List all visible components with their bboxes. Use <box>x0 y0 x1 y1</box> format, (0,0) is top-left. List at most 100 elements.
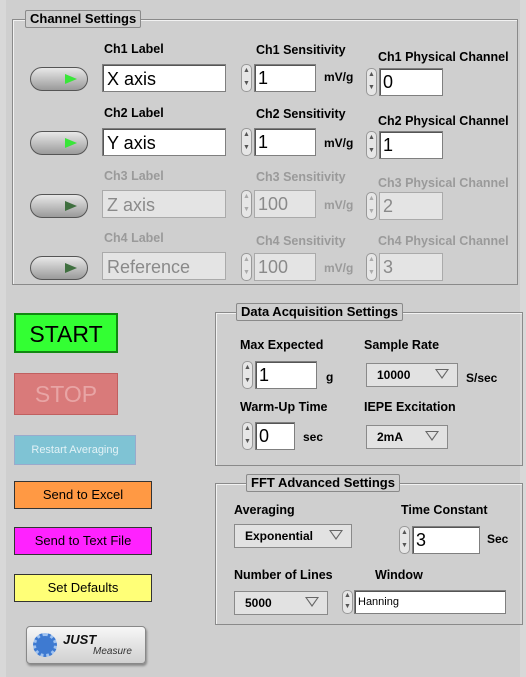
ch3-sensitivity-unit: mV/g <box>324 198 354 212</box>
spin-up-icon[interactable]: ▲ <box>243 423 252 436</box>
spin-down-icon[interactable]: ▼ <box>343 602 352 613</box>
ch3-physical-spinner[interactable]: ▲ ▼ <box>366 192 377 220</box>
spin-up-icon[interactable]: ▲ <box>367 132 376 145</box>
time-constant-spinner[interactable]: ▲ ▼ <box>399 526 410 554</box>
fft-settings-title: FFT Advanced Settings <box>246 474 400 492</box>
sample-rate-value: 10000 <box>377 368 411 382</box>
spin-down-icon[interactable]: ▼ <box>400 540 409 553</box>
chevron-down-icon <box>305 597 319 607</box>
ch1-led-icon <box>65 74 77 84</box>
spin-down-icon[interactable]: ▼ <box>367 267 376 280</box>
number-of-lines-value: 5000 <box>245 596 272 610</box>
set-defaults-button[interactable]: Set Defaults <box>14 574 152 602</box>
spin-down-icon[interactable]: ▼ <box>367 82 376 95</box>
sample-rate-label: Sample Rate <box>364 338 440 352</box>
spin-up-icon[interactable]: ▲ <box>367 193 376 206</box>
max-expected-unit: g <box>326 370 334 384</box>
logo-sub: Measure <box>93 646 132 657</box>
time-constant-unit: Sec <box>487 532 509 546</box>
daq-settings-title: Data Acquisition Settings <box>236 303 403 321</box>
window-input[interactable]: Hanning <box>354 590 506 614</box>
window-label: Window <box>375 568 423 582</box>
iepe-excitation-dropdown[interactable]: 2mA <box>366 425 448 449</box>
spin-down-icon[interactable]: ▼ <box>242 204 251 217</box>
number-of-lines-dropdown[interactable]: 5000 <box>234 591 328 615</box>
spin-up-icon[interactable]: ▲ <box>367 254 376 267</box>
ch3-led-icon <box>65 201 77 211</box>
ch3-sensitivity-title: Ch3 Sensitivity <box>256 170 346 184</box>
spin-down-icon[interactable]: ▼ <box>242 142 251 155</box>
ch3-label-input[interactable]: Z axis <box>102 190 226 218</box>
ch3-sensitivity-input[interactable]: 100 <box>254 190 316 218</box>
ch3-enable-toggle[interactable] <box>30 194 88 218</box>
ch2-sensitivity-spinner[interactable]: ▲ ▼ <box>241 128 252 156</box>
chevron-down-icon <box>435 369 449 379</box>
ch2-physical-input[interactable]: 1 <box>379 131 443 159</box>
logo-brand: JUST <box>63 632 97 647</box>
ch4-enable-toggle[interactable] <box>30 256 88 280</box>
ch2-enable-toggle[interactable] <box>30 131 88 155</box>
spin-up-icon[interactable]: ▲ <box>400 527 409 540</box>
ch2-sensitivity-input[interactable]: 1 <box>254 128 316 156</box>
time-constant-label: Time Constant <box>401 503 488 517</box>
spin-down-icon[interactable]: ▼ <box>367 206 376 219</box>
ch4-sensitivity-input[interactable]: 100 <box>254 253 316 281</box>
ch4-physical-input[interactable]: 3 <box>379 253 443 281</box>
spin-up-icon[interactable]: ▲ <box>242 254 251 267</box>
ch4-physical-title: Ch4 Physical Channel <box>378 234 509 248</box>
max-expected-spinner[interactable]: ▲ ▼ <box>242 361 253 389</box>
spin-up-icon[interactable]: ▲ <box>243 362 252 375</box>
ch2-label-input[interactable]: Y axis <box>102 128 226 156</box>
ch4-led-icon <box>65 263 77 273</box>
spin-down-icon[interactable]: ▼ <box>243 436 252 449</box>
ch1-label-title: Ch1 Label <box>104 42 164 56</box>
spin-down-icon[interactable]: ▼ <box>242 78 251 91</box>
ch1-physical-title: Ch1 Physical Channel <box>378 50 509 64</box>
ch3-label-title: Ch3 Label <box>104 169 164 183</box>
ch1-enable-toggle[interactable] <box>30 67 88 91</box>
spin-up-icon[interactable]: ▲ <box>242 65 251 78</box>
averaging-label: Averaging <box>234 503 295 517</box>
start-button[interactable]: START <box>14 313 118 353</box>
ch2-sensitivity-unit: mV/g <box>324 136 354 150</box>
stop-button[interactable]: STOP <box>14 373 118 415</box>
spin-up-icon[interactable]: ▲ <box>367 69 376 82</box>
send-to-text-file-button[interactable]: Send to Text File <box>14 527 152 555</box>
gear-icon <box>33 633 57 657</box>
window-selector-spinner[interactable]: ▲ ▼ <box>342 590 353 614</box>
ch2-physical-title: Ch2 Physical Channel <box>378 114 509 128</box>
just-measure-logo: JUST Measure <box>26 626 146 664</box>
ch1-sensitivity-title: Ch1 Sensitivity <box>256 43 346 57</box>
ch4-physical-spinner[interactable]: ▲ ▼ <box>366 253 377 281</box>
ch4-sensitivity-spinner[interactable]: ▲ ▼ <box>241 253 252 281</box>
ch2-led-icon <box>65 138 77 148</box>
ch1-sensitivity-input[interactable]: 1 <box>254 64 316 92</box>
ch1-physical-spinner[interactable]: ▲ ▼ <box>366 68 377 96</box>
ch2-physical-spinner[interactable]: ▲ ▼ <box>366 131 377 159</box>
ch4-label-input[interactable]: Reference <box>102 252 226 280</box>
averaging-value: Exponential <box>245 529 314 543</box>
ch1-physical-input[interactable]: 0 <box>379 68 443 96</box>
main-panel: Channel Settings Ch1 Label X axis Ch1 Se… <box>6 0 523 677</box>
ch1-sensitivity-spinner[interactable]: ▲ ▼ <box>241 64 252 92</box>
ch3-sensitivity-spinner[interactable]: ▲ ▼ <box>241 190 252 218</box>
ch3-physical-input[interactable]: 2 <box>379 192 443 220</box>
spin-down-icon[interactable]: ▼ <box>242 267 251 280</box>
spin-down-icon[interactable]: ▼ <box>243 375 252 388</box>
ch1-label-input[interactable]: X axis <box>102 64 226 92</box>
spin-up-icon[interactable]: ▲ <box>343 591 352 602</box>
send-to-excel-button[interactable]: Send to Excel <box>14 481 152 509</box>
time-constant-input[interactable]: 3 <box>412 526 480 554</box>
ch4-label-title: Ch4 Label <box>104 231 164 245</box>
spin-up-icon[interactable]: ▲ <box>242 129 251 142</box>
restart-averaging-button[interactable]: Restart Averaging <box>14 435 136 465</box>
spin-down-icon[interactable]: ▼ <box>367 145 376 158</box>
spin-up-icon[interactable]: ▲ <box>242 191 251 204</box>
warmup-time-input[interactable]: 0 <box>255 422 295 450</box>
warmup-time-spinner[interactable]: ▲ ▼ <box>242 422 253 450</box>
averaging-dropdown[interactable]: Exponential <box>234 524 352 548</box>
chevron-down-icon <box>329 530 343 540</box>
max-expected-input[interactable]: 1 <box>255 361 317 389</box>
iepe-excitation-label: IEPE Excitation <box>364 400 456 414</box>
sample-rate-dropdown[interactable]: 10000 <box>366 363 458 387</box>
